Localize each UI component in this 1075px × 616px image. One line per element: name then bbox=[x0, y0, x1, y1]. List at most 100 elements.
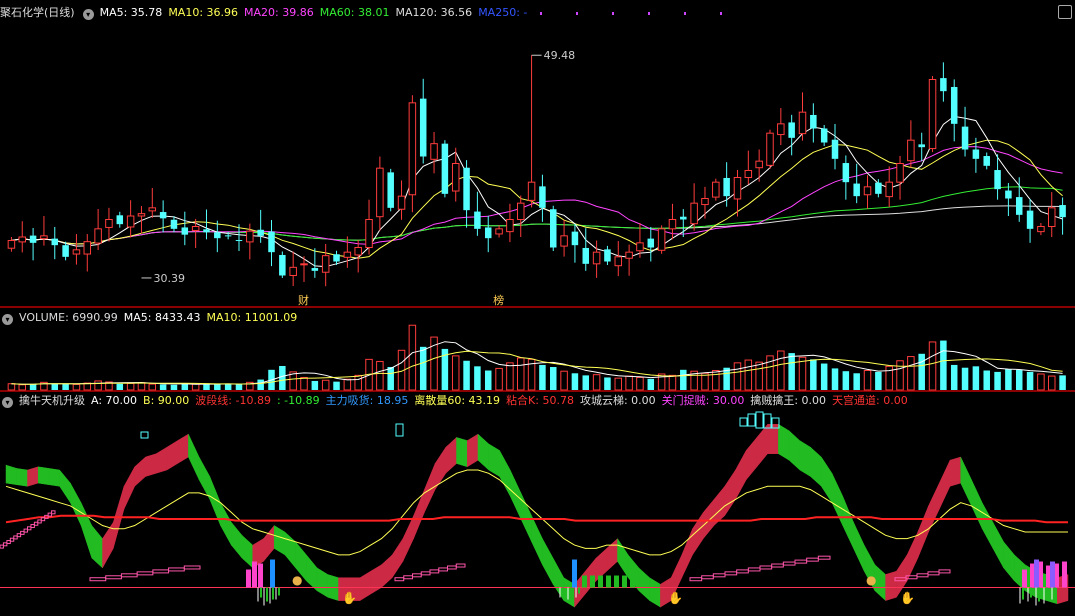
ladder-step bbox=[47, 512, 53, 517]
volume-bar bbox=[148, 383, 157, 391]
candle-body bbox=[690, 202, 698, 225]
volume-bar bbox=[625, 375, 633, 391]
ladder-step bbox=[412, 573, 422, 578]
stock-chart[interactable]: 49.48 30.39 财 榜 ● ● ✋ ✋ ✋ bbox=[0, 0, 1075, 616]
ladder-step bbox=[429, 569, 440, 574]
volume-bar bbox=[875, 371, 882, 390]
ladder-step bbox=[927, 571, 940, 576]
wave-band bbox=[284, 531, 296, 569]
candle-body bbox=[657, 228, 666, 251]
signal-dot bbox=[684, 12, 686, 15]
volume-bar bbox=[126, 382, 135, 391]
volume-bar bbox=[137, 382, 146, 391]
ladder-step bbox=[438, 567, 448, 572]
volume-bar bbox=[831, 368, 839, 390]
volume-bar bbox=[701, 372, 709, 391]
volume-bar bbox=[940, 340, 947, 390]
ladder-step bbox=[455, 563, 466, 568]
volume-bar bbox=[181, 383, 189, 390]
volume-bar bbox=[755, 361, 763, 391]
volume-bar bbox=[321, 379, 330, 391]
volume-bar bbox=[235, 384, 243, 390]
signal-dot bbox=[612, 12, 614, 15]
wave-band bbox=[488, 443, 500, 477]
wave-band bbox=[885, 570, 897, 601]
candle-body bbox=[668, 219, 677, 230]
ladder-step bbox=[724, 571, 738, 576]
peak-box bbox=[755, 411, 764, 429]
wave-band bbox=[960, 456, 972, 507]
ladder-step bbox=[183, 565, 201, 570]
ladder-step bbox=[136, 571, 154, 576]
volume-bar bbox=[300, 376, 308, 391]
candle-body bbox=[1015, 197, 1023, 215]
candle-body bbox=[419, 98, 427, 157]
candle-body bbox=[1037, 226, 1045, 233]
volume-bar bbox=[680, 369, 687, 390]
wave-band bbox=[381, 554, 393, 589]
ladder-step bbox=[33, 521, 39, 526]
wave-band bbox=[971, 479, 983, 529]
volume-bar bbox=[842, 371, 850, 390]
candle-body bbox=[289, 266, 297, 277]
wave-band bbox=[177, 433, 189, 464]
candle-body bbox=[647, 238, 655, 248]
candle-body bbox=[321, 255, 330, 273]
volume-bar bbox=[18, 384, 27, 391]
volume-bar bbox=[820, 363, 828, 390]
candle-body bbox=[311, 268, 319, 271]
candle-body bbox=[170, 219, 178, 229]
signal-bar bbox=[606, 575, 611, 588]
candle-body bbox=[430, 143, 438, 160]
volume-bar bbox=[777, 350, 785, 391]
wave-band bbox=[166, 440, 178, 471]
candle-body bbox=[137, 213, 146, 217]
candle-body bbox=[896, 163, 904, 183]
volume-bar bbox=[550, 367, 557, 390]
volume-bar bbox=[343, 378, 352, 391]
signal-bar bbox=[572, 559, 577, 588]
signal-bar bbox=[590, 575, 595, 588]
wave-band bbox=[391, 537, 404, 579]
candle-body bbox=[950, 86, 958, 124]
volume-bar bbox=[896, 360, 904, 391]
volume-bar bbox=[636, 376, 644, 391]
wave-band bbox=[552, 557, 565, 602]
wave-band bbox=[316, 567, 329, 598]
wave-band bbox=[220, 501, 232, 546]
volume-bar bbox=[354, 374, 362, 391]
wave-band bbox=[370, 564, 382, 595]
candle-body bbox=[972, 149, 980, 159]
candle-body bbox=[571, 231, 579, 246]
candle-body bbox=[94, 228, 102, 244]
ladder-step bbox=[20, 530, 25, 535]
wave-band bbox=[853, 522, 865, 572]
ladder-step bbox=[938, 569, 951, 574]
candle-body bbox=[235, 240, 243, 242]
wave-band bbox=[992, 522, 1004, 569]
ladder-step bbox=[105, 575, 122, 580]
candle-body bbox=[1047, 207, 1056, 227]
volume-bar bbox=[170, 384, 178, 390]
candle-body bbox=[257, 229, 264, 236]
signal-dot bbox=[648, 12, 650, 15]
volume-bar bbox=[257, 379, 264, 390]
ma20-line bbox=[11, 146, 1063, 245]
candle-body bbox=[333, 254, 340, 262]
signal-dot bbox=[540, 12, 542, 15]
candle-body bbox=[680, 216, 687, 220]
ladder-step bbox=[712, 573, 726, 578]
wave-band bbox=[155, 446, 168, 474]
signal-bar bbox=[1034, 559, 1039, 588]
wave-band bbox=[810, 446, 822, 487]
volume-bar bbox=[463, 360, 470, 390]
signal-bar bbox=[622, 575, 627, 588]
candle-body bbox=[516, 202, 525, 221]
ma5-line bbox=[11, 115, 1063, 268]
candle-body bbox=[1059, 205, 1066, 218]
hand-icon: ✋ bbox=[900, 591, 915, 605]
wave-band bbox=[263, 524, 275, 563]
wave-band bbox=[928, 482, 940, 533]
candle-body bbox=[1026, 210, 1034, 229]
candle-body bbox=[636, 242, 644, 252]
